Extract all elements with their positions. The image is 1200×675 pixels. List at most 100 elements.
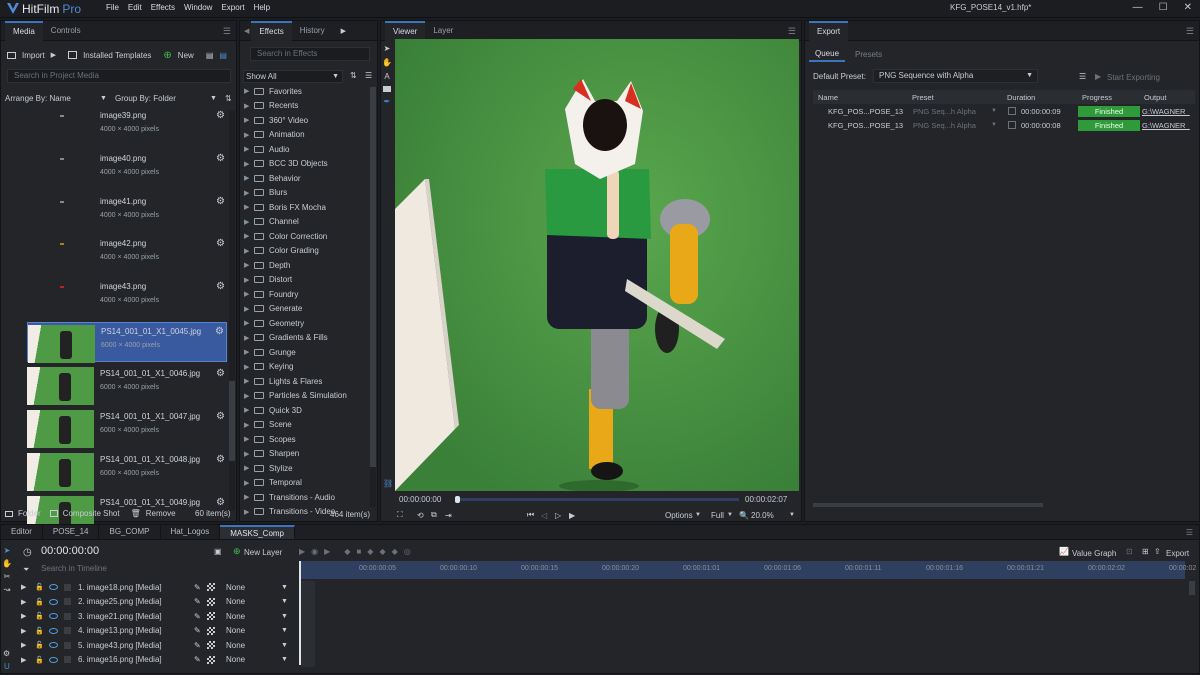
checker-icon[interactable] — [207, 612, 215, 621]
blend-chevron-down-icon[interactable]: ▼ — [281, 584, 288, 591]
effects-scrollbar[interactable] — [370, 87, 376, 507]
expand-arrow-icon[interactable]: ▶ — [244, 87, 254, 95]
visibility-eye-icon[interactable] — [49, 584, 58, 591]
link-icon[interactable]: ⛓ — [383, 479, 393, 488]
effect-category[interactable]: ▶ Distort — [240, 273, 368, 288]
expand-arrow-icon[interactable]: ▶ — [244, 116, 254, 124]
export-scrollbar[interactable] — [813, 503, 1043, 507]
timeline-layer-row[interactable]: ▶ 🔓 1. image18.png [Media] ✎ None ▼ — [1, 580, 296, 595]
tab-queue[interactable]: Queue — [809, 47, 846, 62]
effect-category[interactable]: ▶ Scene — [240, 418, 368, 433]
blend-chevron-down-icon[interactable]: ▼ — [281, 598, 288, 605]
effect-category[interactable]: ▶ Particles & Simulation — [240, 389, 368, 404]
effects-filter-dropdown[interactable]: Show All ▼ — [243, 70, 343, 83]
effect-category[interactable]: ▶ Gradients & Fills — [240, 331, 368, 346]
menu-help[interactable]: Help — [254, 3, 270, 12]
blend-mode-dropdown[interactable]: None — [226, 655, 245, 664]
expand-arrow-icon[interactable]: ▶ — [21, 583, 26, 591]
tabs-scroll-right-icon[interactable]: ▶ — [341, 27, 346, 35]
media-item[interactable]: PS14_001_01_X1_0045.jpg 6000 × 4000 pixel… — [27, 322, 227, 363]
close-icon[interactable]: ✕ — [1184, 2, 1192, 13]
expand-arrow-icon[interactable]: ▶ — [244, 203, 254, 211]
gear-icon[interactable]: ⚙ — [216, 454, 225, 465]
blend-mode-dropdown[interactable]: None — [226, 626, 245, 635]
new-layer-button[interactable]: New Layer — [244, 548, 282, 557]
expand-arrow-icon[interactable]: ▶ — [21, 598, 26, 606]
timeline-ruler[interactable]: 00:00:00:05 00:00:00:10 00:00:00:15 00:00:0… — [299, 561, 1196, 579]
visibility-eye-icon[interactable] — [49, 598, 58, 605]
pencil-icon[interactable]: ✎ — [194, 597, 201, 606]
select-tool-icon[interactable]: ➤ — [384, 44, 391, 53]
viewer-menu-icon[interactable]: ☰ — [788, 26, 796, 37]
expand-arrow-icon[interactable]: ▶ — [244, 392, 254, 400]
expand-arrow-icon[interactable]: ▶ — [244, 160, 254, 168]
loop-icon[interactable]: ⟲ — [417, 511, 424, 520]
menu-edit[interactable]: Edit — [128, 3, 142, 12]
remove-button[interactable]: Remove — [146, 509, 176, 518]
effect-category[interactable]: ▶ Quick 3D — [240, 403, 368, 418]
effect-category[interactable]: ▶ Grunge — [240, 345, 368, 360]
expand-arrow-icon[interactable]: ▶ — [21, 641, 26, 649]
folder-button[interactable]: Folder — [18, 509, 41, 518]
blend-chevron-down-icon[interactable]: ▼ — [281, 613, 288, 620]
composite-shot-button[interactable]: Composite Shot — [63, 509, 120, 518]
default-preset-dropdown[interactable]: PNG Sequence with Alpha ▼ — [873, 69, 1038, 83]
grid-view-icon[interactable]: ▤ — [219, 51, 227, 60]
timeline-hand-icon[interactable]: ✋ — [2, 559, 12, 568]
media-item[interactable]: image43.png 4000 × 4000 pixels ⚙ — [27, 278, 227, 318]
expand-arrow-icon[interactable]: ▶ — [244, 363, 254, 371]
tab-export[interactable]: Export — [809, 20, 849, 41]
next-keyframe-icon[interactable]: ▶ — [324, 547, 330, 556]
sort-icon[interactable]: ⇅ — [225, 94, 232, 103]
pencil-icon[interactable]: ✎ — [194, 612, 201, 621]
add-to-queue-icon[interactable]: ⊞ — [1142, 547, 1149, 556]
menu-effects[interactable]: Effects — [151, 3, 175, 12]
keyframe-square-icon[interactable]: ■ — [356, 547, 361, 556]
queue-row[interactable]: KFG_POS...POSE_13 PNG Seq...h Alpha ▼ 00:00… — [813, 118, 1195, 132]
effect-category[interactable]: ▶ Favorites — [240, 84, 368, 99]
preset-chevron-down-icon[interactable]: ▼ — [991, 122, 997, 128]
expand-arrow-icon[interactable]: ▶ — [244, 508, 254, 516]
timeline-layer-row[interactable]: ▶ 🔓 6. image16.png [Media] ✎ None ▼ — [1, 653, 296, 668]
expand-arrow-icon[interactable]: ▶ — [244, 218, 254, 226]
visibility-eye-icon[interactable] — [49, 613, 58, 620]
expand-arrow-icon[interactable]: ▶ — [244, 145, 254, 153]
pencil-icon[interactable]: ✎ — [194, 626, 201, 635]
timeline-timecode[interactable]: 00:00:00:00 — [41, 545, 99, 557]
export-menu-icon[interactable]: ☰ — [1186, 26, 1194, 37]
visibility-eye-icon[interactable] — [49, 656, 58, 663]
effect-category[interactable]: ▶ Keying — [240, 360, 368, 375]
effect-category[interactable]: ▶ Temporal — [240, 476, 368, 491]
blend-chevron-down-icon[interactable]: ▼ — [281, 627, 288, 634]
effect-category[interactable]: ▶ Animation — [240, 128, 368, 143]
viewer-scrubber[interactable] — [455, 496, 739, 503]
expand-arrow-icon[interactable]: ▶ — [244, 174, 254, 182]
tab-viewer[interactable]: Viewer — [385, 20, 426, 41]
tab-pose-14[interactable]: POSE_14 — [43, 525, 100, 539]
options-dropdown[interactable]: Options — [665, 511, 693, 520]
export-frame-icon[interactable]: ⇥ — [445, 511, 452, 520]
effect-category[interactable]: ▶ Recents — [240, 99, 368, 114]
gear-icon[interactable]: ⚙ — [216, 110, 225, 121]
group-chevron-down-icon[interactable]: ▼ — [210, 95, 217, 102]
hand-tool-icon[interactable]: ✋ — [382, 58, 392, 67]
effect-category[interactable]: ▶ Foundry — [240, 287, 368, 302]
expand-arrow-icon[interactable]: ▶ — [244, 450, 254, 458]
effects-search-input[interactable]: Search in Effects — [250, 47, 370, 61]
lock-icon[interactable]: 🔓 — [35, 612, 44, 620]
timeline-export-button[interactable]: Export — [1166, 549, 1189, 558]
col-name[interactable]: Name — [818, 93, 838, 102]
expand-arrow-icon[interactable]: ▶ — [244, 305, 254, 313]
timeline-select-icon[interactable]: ➤ — [4, 546, 11, 555]
value-graph-button[interactable]: Value Graph — [1072, 549, 1116, 558]
effect-category[interactable]: ▶ Depth — [240, 258, 368, 273]
expand-arrow-icon[interactable]: ▶ — [21, 656, 26, 664]
effect-category[interactable]: ▶ Geometry — [240, 316, 368, 331]
keyframe-diamond-3-icon[interactable]: ◆ — [379, 547, 385, 556]
tab-hat-logos[interactable]: Hat_Logos — [161, 525, 221, 539]
pencil-icon[interactable]: ✎ — [194, 641, 201, 650]
media-item[interactable]: image39.png 4000 × 4000 pixels ⚙ — [27, 107, 227, 147]
rectangle-mask-icon[interactable] — [383, 86, 391, 92]
import-button[interactable]: Import — [22, 51, 45, 60]
lock-icon[interactable]: 🔓 — [35, 583, 44, 591]
